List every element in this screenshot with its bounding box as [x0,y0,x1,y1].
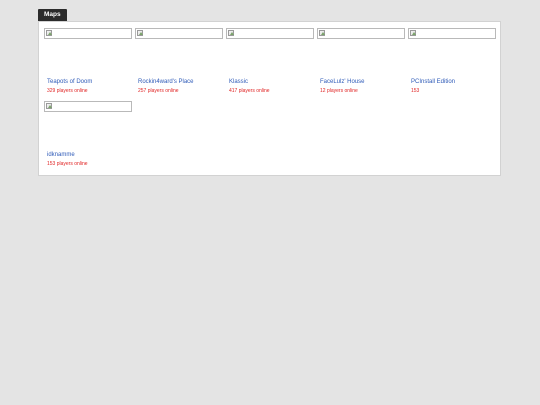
map-name-link[interactable]: Rockin4ward's Place [138,79,194,85]
map-card[interactable]: Teapots of Doom 329 players online [44,28,132,98]
maps-tab[interactable]: Maps [38,9,67,21]
map-card[interactable]: Rockin4ward's Place 257 players online [135,28,223,98]
map-name-link[interactable]: PCInstall Edition [411,79,455,85]
players-online-count: 417 players online [229,88,270,94]
players-online-count: 329 players online [47,88,88,94]
players-online-count: 153 [411,88,420,94]
map-card[interactable]: Klassic 417 players online [226,28,314,98]
maps-panel: Teapots of Doom 329 players online Rocki… [38,21,501,176]
map-card[interactable]: idknamme 153 players online [44,101,132,171]
map-card[interactable]: FaceLulz' House 12 players online [317,28,405,98]
map-thumbnail[interactable] [408,28,496,39]
broken-image-icon [137,30,143,36]
map-name-link[interactable]: FaceLulz' House [320,79,365,85]
map-thumbnail[interactable] [135,28,223,39]
broken-image-icon [319,30,325,36]
map-thumbnail[interactable] [44,28,132,39]
broken-image-icon [46,30,52,36]
map-thumbnail[interactable] [226,28,314,39]
map-name-link[interactable]: idknamme [47,152,75,158]
map-card[interactable]: PCInstall Edition 153 [408,28,496,98]
map-name-link[interactable]: Teapots of Doom [47,79,92,85]
map-name-link[interactable]: Klassic [229,79,248,85]
players-online-count: 257 players online [138,88,179,94]
map-thumbnail[interactable] [44,101,132,112]
broken-image-icon [46,103,52,109]
map-thumbnail[interactable] [317,28,405,39]
players-online-count: 153 players online [47,161,88,167]
players-online-count: 12 players online [320,88,358,94]
broken-image-icon [410,30,416,36]
broken-image-icon [228,30,234,36]
